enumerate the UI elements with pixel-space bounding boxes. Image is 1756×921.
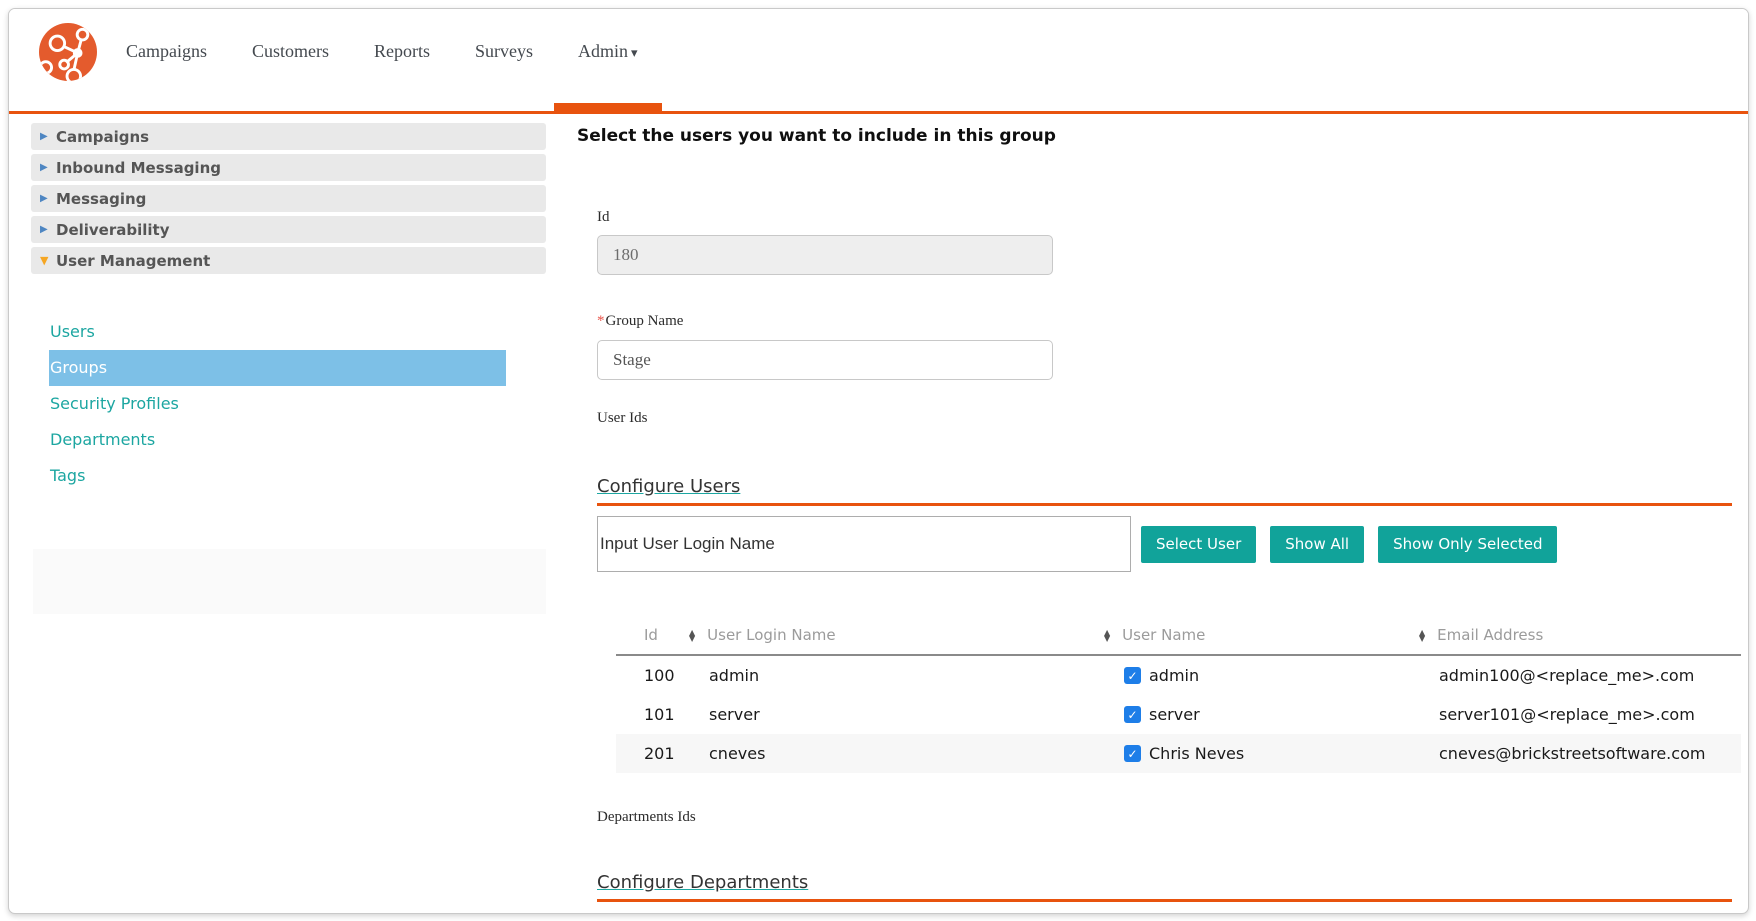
- cell-login: cneves: [681, 734, 1096, 773]
- show-all-button[interactable]: Show All: [1270, 526, 1364, 563]
- nav-admin-label: Admin: [578, 41, 628, 61]
- table-row: 201 cneves ✓Chris Neves cneves@brickstre…: [616, 734, 1741, 773]
- sidebar-footer: [33, 549, 546, 614]
- sort-icon[interactable]: ▲▼: [1104, 630, 1110, 642]
- users-table: Id ▲▼User Login Name ▲▼User Name ▲▼Email…: [616, 622, 1741, 773]
- cell-user-name: ✓Chris Neves: [1096, 734, 1411, 773]
- sidebar-section-messaging[interactable]: ▶ Messaging: [31, 185, 546, 212]
- chevron-down-icon: ▾: [631, 45, 638, 60]
- sidebar-item-groups[interactable]: Groups: [49, 350, 506, 386]
- table-row: 101 server ✓server server101@<replace_me…: [616, 695, 1741, 734]
- sort-icon[interactable]: ▲▼: [1419, 630, 1425, 642]
- top-navbar: Campaigns Customers Reports Surveys Admi…: [9, 9, 1748, 111]
- configure-departments-link[interactable]: Configure Departments: [597, 872, 808, 893]
- user-login-search-input[interactable]: [597, 516, 1131, 572]
- sidebar-item-users[interactable]: Users: [49, 314, 506, 350]
- user-ids-label: User Ids: [597, 410, 1732, 427]
- cell-email: server101@<replace_me>.com: [1411, 695, 1741, 734]
- main-content: Select the users you want to include in …: [577, 114, 1732, 902]
- required-marker: *: [597, 313, 605, 329]
- select-user-button[interactable]: Select User: [1141, 526, 1256, 563]
- chevron-right-icon: ▶: [40, 194, 56, 204]
- user-checkbox[interactable]: ✓: [1124, 667, 1141, 684]
- id-label: Id: [597, 209, 1732, 226]
- cell-user-name: ✓admin: [1096, 655, 1411, 695]
- user-checkbox[interactable]: ✓: [1124, 745, 1141, 762]
- group-form: Id *Group Name User Ids Configure Users …: [597, 209, 1732, 902]
- nav-item-customers[interactable]: Customers: [252, 41, 329, 62]
- sidebar-item-tags[interactable]: Tags: [49, 458, 506, 494]
- sidebar-item-departments[interactable]: Departments: [49, 422, 506, 458]
- group-name-field[interactable]: [597, 340, 1053, 380]
- cell-email: cneves@brickstreetsoftware.com: [1411, 734, 1741, 773]
- sidebar-section-deliverability[interactable]: ▶ Deliverability: [31, 216, 546, 243]
- configure-users-section-title: Configure Users: [597, 476, 1732, 497]
- cell-user-name: ✓server: [1096, 695, 1411, 734]
- sidebar-section-inbound-messaging[interactable]: ▶ Inbound Messaging: [31, 154, 546, 181]
- user-management-submenu: Users Groups Security Profiles Departmen…: [49, 314, 506, 494]
- brand-logo[interactable]: [39, 23, 97, 81]
- chevron-right-icon: ▶: [40, 163, 56, 173]
- chevron-right-icon: ▶: [40, 132, 56, 142]
- id-field[interactable]: [597, 235, 1053, 275]
- user-checkbox[interactable]: ✓: [1124, 706, 1141, 723]
- departments-ids-label: Departments Ids: [597, 809, 1732, 826]
- sort-icon[interactable]: ▲▼: [689, 630, 695, 642]
- configure-users-link[interactable]: Configure Users: [597, 476, 740, 497]
- sidebar-section-user-management[interactable]: ▼ User Management: [31, 247, 546, 274]
- cell-id: 100: [616, 655, 681, 695]
- cell-email: admin100@<replace_me>.com: [1411, 655, 1741, 695]
- column-header-email-address[interactable]: ▲▼Email Address: [1411, 622, 1741, 655]
- cell-login: admin: [681, 655, 1096, 695]
- user-search-row: Select User Show All Show Only Selected: [597, 516, 1732, 572]
- configure-departments-section-title: Configure Departments: [597, 872, 1732, 893]
- sidebar: ▶ Campaigns ▶ Inbound Messaging ▶ Messag…: [31, 123, 546, 614]
- cell-login: server: [681, 695, 1096, 734]
- nav-item-reports[interactable]: Reports: [374, 41, 430, 62]
- sidebar-section-campaigns[interactable]: ▶ Campaigns: [31, 123, 546, 150]
- users-table-header-row: Id ▲▼User Login Name ▲▼User Name ▲▼Email…: [616, 622, 1741, 655]
- group-name-label: *Group Name: [597, 313, 1732, 330]
- chevron-expanded-icon: ▼: [40, 255, 56, 266]
- main-nav: Campaigns Customers Reports Surveys Admi…: [126, 41, 638, 62]
- cell-id: 101: [616, 695, 681, 734]
- cell-id: 201: [616, 734, 681, 773]
- column-header-id[interactable]: Id: [616, 622, 681, 655]
- table-row: 100 admin ✓admin admin100@<replace_me>.c…: [616, 655, 1741, 695]
- sidebar-item-security-profiles[interactable]: Security Profiles: [49, 386, 506, 422]
- section-divider: [597, 503, 1732, 506]
- page-container: Campaigns Customers Reports Surveys Admi…: [8, 8, 1749, 914]
- column-header-user-name[interactable]: ▲▼User Name: [1096, 622, 1411, 655]
- page-title: Select the users you want to include in …: [577, 126, 1732, 146]
- nav-item-admin[interactable]: Admin▾: [578, 41, 638, 62]
- nav-item-surveys[interactable]: Surveys: [475, 41, 533, 62]
- chevron-right-icon: ▶: [40, 225, 56, 235]
- section-divider: [597, 899, 1732, 902]
- nav-item-campaigns[interactable]: Campaigns: [126, 41, 207, 62]
- show-only-selected-button[interactable]: Show Only Selected: [1378, 526, 1557, 563]
- column-header-user-login-name[interactable]: ▲▼User Login Name: [681, 622, 1096, 655]
